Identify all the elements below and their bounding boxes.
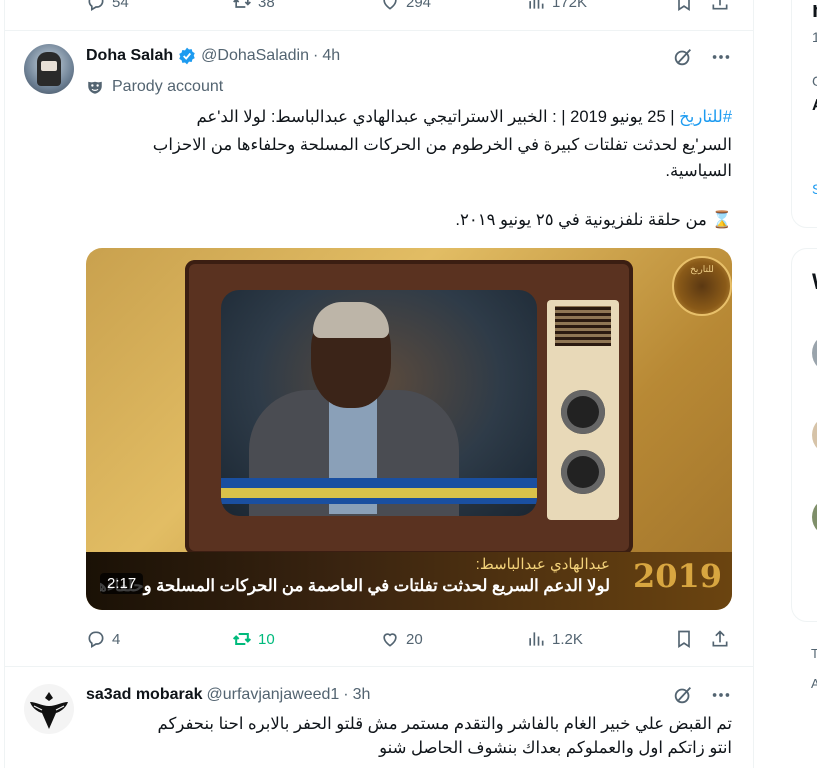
heart-icon (380, 629, 400, 649)
retweet-button[interactable]: 38 (232, 0, 275, 12)
divider (4, 30, 753, 31)
retweet-count: 38 (258, 0, 275, 11)
sidebar-fragment: 1 (812, 29, 817, 45)
heart-icon (380, 0, 400, 12)
handle[interactable]: @DohaSaladin (201, 47, 309, 65)
timeline-left-border (4, 0, 5, 768)
more-options-button[interactable] (710, 684, 732, 706)
grok-icon (672, 46, 694, 68)
like-count: 294 (406, 0, 432, 11)
who-to-follow-card: W (791, 248, 817, 622)
reply-icon (86, 629, 106, 649)
parody-label: Parody account (86, 78, 223, 96)
sidebar-fragment[interactable]: T (811, 646, 817, 661)
view-count: 172K (552, 0, 588, 11)
reply-button[interactable]: 4 (86, 629, 120, 649)
views-button[interactable]: 172K (526, 0, 587, 12)
views-icon (526, 629, 546, 649)
sidebar-fragment[interactable]: S (812, 181, 817, 197)
timestamp[interactable]: 4h (322, 47, 340, 65)
bookmark-button[interactable] (674, 629, 694, 649)
mask-icon (86, 78, 104, 96)
verified-badge-icon (177, 46, 197, 66)
avatar[interactable] (812, 497, 817, 537)
views-icon (526, 0, 546, 12)
avatar[interactable] (24, 684, 74, 734)
grok-button[interactable] (672, 46, 694, 68)
like-count: 20 (406, 630, 423, 648)
channel-logo: للتاريخ (672, 256, 732, 316)
parody-label-text: Parody account (112, 78, 224, 95)
separator-dot: · (343, 686, 349, 703)
more-horizontal-icon (710, 46, 732, 68)
share-button[interactable] (710, 629, 730, 649)
caption-title: عبدالهادي عبدالباسط: (475, 556, 610, 573)
share-icon (710, 0, 730, 12)
like-button[interactable]: 20 (380, 629, 423, 649)
retweet-count: 10 (258, 630, 275, 648)
separator-dot: · (313, 47, 319, 64)
bookmark-icon (674, 629, 694, 649)
display-name[interactable]: Doha Salah (86, 47, 173, 65)
avatar[interactable] (812, 333, 817, 373)
video-player[interactable]: للتاريخ 2019 عبدالهادي عبدالباسط: لولا ا… (86, 248, 732, 610)
tweet-text-line-1: #للتاريخ | 25 يونيو 2019 | : الخبير الاس… (196, 108, 732, 126)
video-duration: 2:17 (100, 573, 144, 594)
views-button[interactable]: 1.2K (526, 629, 583, 649)
retweet-icon (232, 629, 252, 649)
avatar[interactable] (812, 415, 817, 455)
tweet-text-line-1: تم القبض علي خبير الغام بالفاشر والتقدم … (157, 715, 732, 733)
grok-icon (672, 684, 694, 706)
sidebar-card: n 1 G A S (791, 0, 817, 228)
bookmark-button[interactable] (674, 0, 694, 12)
sidebar-fragment: W (812, 269, 817, 295)
handle[interactable]: @urfavjanjaweed1 (207, 686, 340, 704)
share-button[interactable] (710, 0, 730, 12)
share-icon (710, 629, 730, 649)
grok-button[interactable] (672, 684, 694, 706)
reply-button[interactable]: 54 (86, 0, 129, 12)
tweet-text-line-4: ⌛ من حلقة نلفزيونية في ٢٥ يونيو ٢٠١٩. (455, 211, 732, 229)
divider (4, 666, 753, 667)
sidebar-fragment: n (812, 0, 817, 23)
timestamp[interactable]: 3h (353, 686, 371, 704)
caption-year: 2019 (632, 557, 722, 595)
avatar[interactable] (24, 44, 74, 94)
tweet-header: Doha Salah @DohaSaladin · 4h (86, 46, 340, 66)
tweet-text-line-3: السياسية. (665, 162, 732, 180)
more-options-button[interactable] (710, 46, 732, 68)
retweet-icon (232, 0, 252, 12)
like-button[interactable]: 294 (380, 0, 431, 12)
tweet-text-line-2: انتو زاتكم اول والعملوكم بعداك بنشوف الح… (379, 739, 732, 757)
reply-icon (86, 0, 106, 12)
tweet-text-line-2: السر'يع لحدثت تفلتات كبيرة في الخرطوم من… (152, 136, 732, 154)
retweet-button[interactable]: 10 (232, 629, 275, 649)
display-name[interactable]: sa3ad mobarak (86, 686, 203, 704)
eagle-emblem-icon (30, 692, 68, 729)
view-count: 1.2K (552, 630, 583, 648)
hashtag-link[interactable]: #للتاريخ (679, 108, 732, 126)
sidebar-fragment[interactable]: A (811, 676, 817, 691)
tweet-header: sa3ad mobarak @urfavjanjaweed1 · 3h (86, 686, 370, 704)
video-frame (221, 290, 537, 516)
tv-frame (185, 260, 633, 555)
sidebar-fragment: A (812, 97, 817, 115)
sidebar-fragment: G (812, 73, 817, 89)
reply-count: 54 (112, 0, 129, 11)
bookmark-icon (674, 0, 694, 12)
more-horizontal-icon (710, 684, 732, 706)
caption-subtitle: لولا الدعم السريع لحدثت تفلتات في العاصم… (100, 577, 610, 595)
reply-count: 4 (112, 630, 121, 648)
timeline-right-border (753, 0, 754, 768)
tv-controls (547, 300, 619, 520)
